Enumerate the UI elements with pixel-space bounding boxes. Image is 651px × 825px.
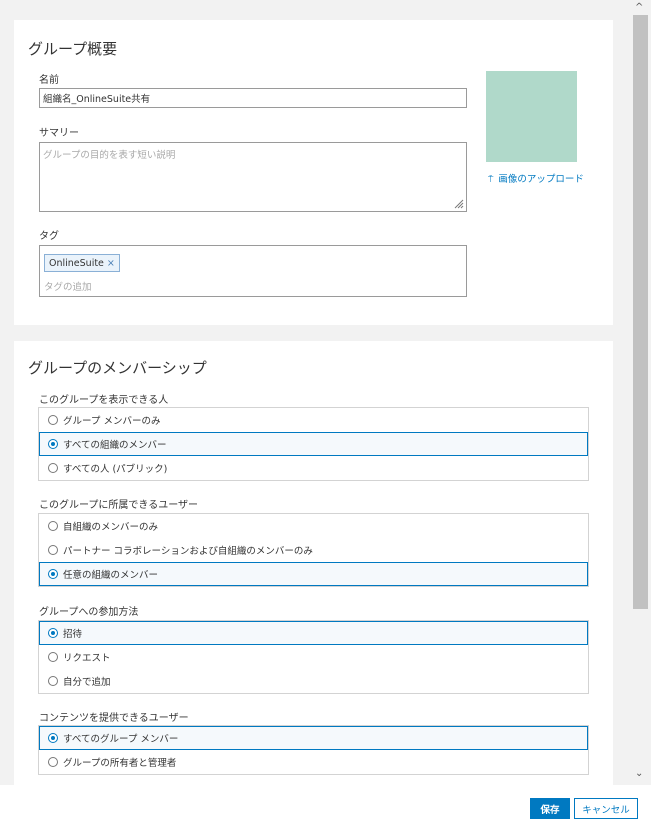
radio-option-label: 自組織のメンバーのみ (63, 522, 159, 533)
radio-option-label: すべての人 (パブリック) (63, 464, 168, 475)
name-label: 名前 (39, 75, 59, 86)
radio-option-label: すべてのグループ メンバー (63, 734, 179, 745)
radio-button-icon[interactable] (48, 676, 58, 686)
radio-button-icon[interactable] (48, 757, 58, 767)
radio-option-label: グループの所有者と管理者 (63, 758, 177, 769)
tag-chip: OnlineSuite × (44, 254, 120, 272)
radio-option[interactable]: すべての組織のメンバー (39, 432, 588, 456)
membership-title: グループのメンバーシップ (28, 359, 207, 377)
tags-input[interactable]: OnlineSuite × タグの追加 (39, 245, 467, 297)
radio-button-icon[interactable] (48, 628, 58, 638)
scroll-up-icon[interactable]: ^ (635, 2, 643, 13)
upload-image-label: 画像のアップロード (498, 174, 584, 185)
upload-image-link[interactable]: ⍑ 画像のアップロード (488, 171, 584, 185)
join-method-options: 招待 リクエスト 自分で追加 (38, 620, 589, 694)
save-button[interactable]: 保存 (530, 798, 570, 819)
radio-option[interactable]: グループの所有者と管理者 (39, 750, 588, 774)
radio-option-label: パートナー コラボレーションおよび自組織のメンバーのみ (63, 546, 313, 557)
tag-chip-label: OnlineSuite (49, 258, 104, 269)
overview-title: グループ概要 (28, 40, 118, 58)
radio-option[interactable]: 自分で追加 (39, 669, 588, 693)
radio-option[interactable]: グループ メンバーのみ (39, 408, 588, 432)
tag-remove-icon[interactable]: × (107, 258, 115, 269)
radio-option[interactable]: すべての人 (パブリック) (39, 456, 588, 480)
radio-option-label: 自分で追加 (63, 677, 111, 688)
overview-card: グループ概要 名前 サマリー グループの目的を表す短い説明 タグ OnlineS… (14, 20, 613, 325)
content-contributors-options: すべてのグループ メンバー グループの所有者と管理者 (38, 725, 589, 775)
join-eligibility-options: 自組織のメンバーのみ パートナー コラボレーションおよび自組織のメンバーのみ 任… (38, 513, 589, 587)
cancel-button[interactable]: キャンセル (574, 798, 638, 819)
radio-button-icon[interactable] (48, 521, 58, 531)
radio-button-icon[interactable] (48, 569, 58, 579)
scroll-down-icon[interactable]: ⌄ (635, 768, 643, 779)
radio-button-icon[interactable] (48, 415, 58, 425)
radio-option-label: 招待 (63, 629, 83, 640)
radio-option-label: リクエスト (63, 653, 111, 664)
radio-option[interactable]: リクエスト (39, 645, 588, 669)
summary-label: サマリー (39, 128, 79, 139)
upload-icon: ⍑ (488, 175, 494, 185)
summary-placeholder: グループの目的を表す短い説明 (43, 150, 176, 161)
radio-option-label: グループ メンバーのみ (63, 416, 161, 427)
visibility-label: このグループを表示できる人 (39, 395, 169, 406)
join-method-label: グループへの参加方法 (39, 607, 139, 618)
radio-option-label: 任意の組織のメンバー (63, 570, 159, 581)
group-thumbnail (486, 71, 577, 162)
radio-option[interactable]: 招待 (39, 621, 588, 645)
radio-button-icon[interactable] (48, 733, 58, 743)
radio-button-icon[interactable] (48, 652, 58, 662)
radio-button-icon[interactable] (48, 463, 58, 473)
visibility-options: グループ メンバーのみ すべての組織のメンバー すべての人 (パブリック) (38, 407, 589, 481)
radio-button-icon[interactable] (48, 545, 58, 555)
membership-card: グループのメンバーシップ このグループを表示できる人 グループ メンバーのみ す… (14, 341, 613, 785)
dialog-scroll-area: グループ概要 名前 サマリー グループの目的を表す短い説明 タグ OnlineS… (0, 0, 631, 785)
content-contributors-label: コンテンツを提供できるユーザー (39, 713, 189, 724)
radio-option-label: すべての組織のメンバー (63, 440, 167, 451)
join-eligibility-label: このグループに所属できるユーザー (39, 500, 198, 511)
radio-option[interactable]: パートナー コラボレーションおよび自組織のメンバーのみ (39, 538, 588, 562)
tags-label: タグ (39, 231, 59, 242)
summary-textarea[interactable]: グループの目的を表す短い説明 (39, 142, 467, 212)
radio-option[interactable]: 任意の組織のメンバー (39, 562, 588, 586)
scrollbar-thumb[interactable] (633, 15, 648, 609)
radio-option[interactable]: すべてのグループ メンバー (39, 726, 588, 750)
name-input[interactable] (39, 88, 467, 108)
radio-button-icon[interactable] (48, 439, 58, 449)
tag-add-placeholder: タグの追加 (44, 282, 92, 293)
radio-option[interactable]: 自組織のメンバーのみ (39, 514, 588, 538)
resize-grip-icon[interactable] (454, 199, 464, 209)
